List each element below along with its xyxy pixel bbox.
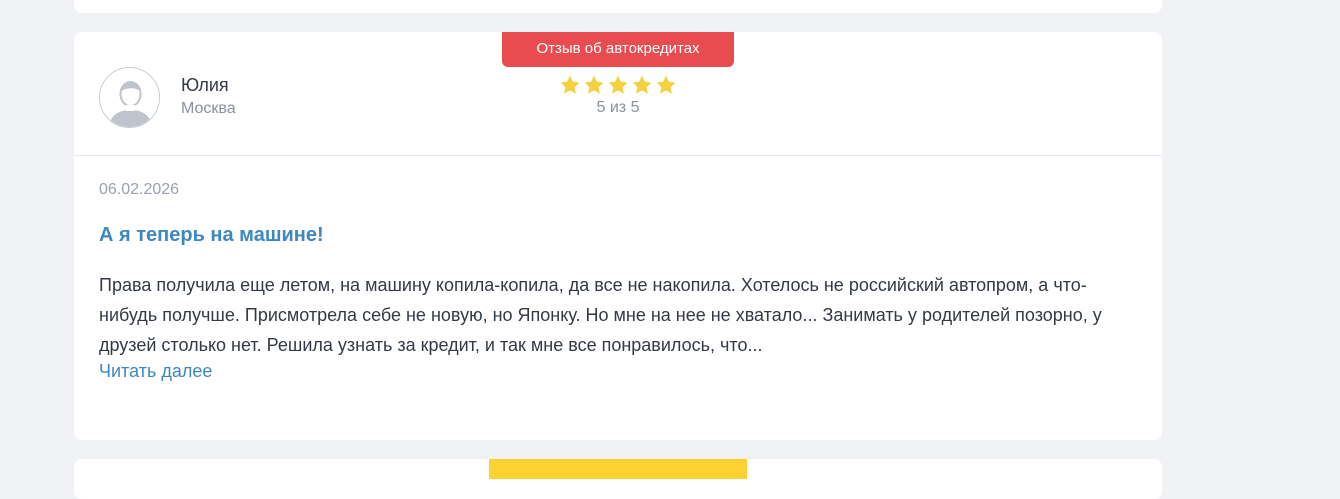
user-silhouette-icon (99, 67, 160, 128)
star-icon (608, 75, 628, 94)
star-icon (632, 75, 652, 94)
next-review-badge (489, 459, 747, 479)
read-more-link[interactable]: Читать далее (99, 361, 212, 382)
star-icon (560, 75, 580, 94)
review-date: 06.02.2026 (99, 181, 180, 198)
star-icon (584, 75, 604, 94)
rating: 5 из 5 (556, 74, 680, 117)
previous-review-card (74, 0, 1162, 13)
rating-stars (556, 74, 680, 96)
review-title: А я теперь на машине! (99, 224, 324, 246)
next-review-card (74, 459, 1162, 499)
author-city: Москва (181, 100, 236, 117)
review-body: Права получила еще летом, на машину копи… (99, 275, 1102, 355)
review-category-badge: Отзыв об автокредитах (502, 32, 734, 67)
review-card: Отзыв об автокредитах Юлия Москва 5 из 5… (74, 32, 1162, 440)
star-icon (656, 75, 676, 94)
divider (74, 155, 1162, 156)
author-name: Юлия (181, 75, 229, 95)
rating-text: 5 из 5 (596, 99, 640, 116)
